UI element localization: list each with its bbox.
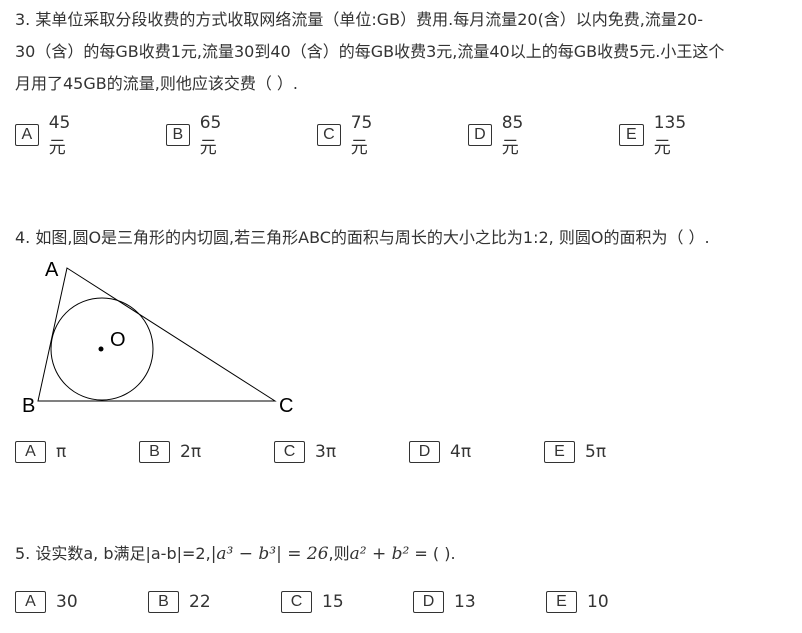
option-text: π [56, 442, 67, 462]
option-text: 13 [454, 592, 476, 612]
option-text: 30 [56, 592, 78, 612]
option-letter: A [15, 591, 46, 613]
option-a[interactable]: A 30 [15, 589, 78, 615]
option-letter: D [409, 441, 440, 463]
option-d[interactable]: D 4π [409, 439, 471, 465]
option-b[interactable]: B 2π [139, 439, 201, 465]
option-text: 10 [587, 592, 609, 612]
option-c[interactable]: C 15 [281, 589, 344, 615]
question-5-prefix: 5. 设实数a, b满足|a-b|=2, [15, 544, 211, 563]
question-5-mid: ,则 [328, 544, 350, 563]
option-a[interactable]: Aπ [15, 439, 66, 465]
option-d[interactable]: D 13 [413, 589, 476, 615]
option-text: 3π [315, 442, 337, 462]
option-e[interactable]: E 10 [546, 589, 609, 615]
triangle-abc [37, 267, 277, 402]
formula-square-sum: a² + b² [349, 544, 410, 564]
option-c[interactable]: C 3π [274, 439, 336, 465]
option-text: 22 [189, 592, 211, 612]
label-o: O [110, 329, 126, 351]
question-5: 5. 设实数a, b满足|a-b|=2,|a³ − b³| = 26,则a² +… [15, 538, 456, 570]
option-e[interactable]: E 5π [544, 439, 606, 465]
question-5-text: 5. 设实数a, b满足|a-b|=2,|a³ − b³| = 26,则a² +… [15, 538, 456, 570]
label-c: C [279, 395, 293, 417]
formula-cube-difference: |a³ − b³| = 26 [210, 544, 329, 564]
option-letter: C [274, 441, 305, 463]
option-letter: E [544, 441, 575, 463]
option-letter: D [413, 591, 444, 613]
option-b[interactable]: B 22 [148, 589, 211, 615]
center-dot [98, 346, 104, 352]
label-a: A [45, 259, 59, 281]
option-letter: A [15, 441, 46, 463]
question-5-suffix: = ( ). [409, 544, 456, 563]
label-b: B [22, 395, 35, 417]
option-text: 2π [180, 442, 202, 462]
option-letter: B [139, 441, 170, 463]
option-text: 15 [322, 592, 344, 612]
option-letter: B [148, 591, 179, 613]
option-letter: C [281, 591, 312, 613]
option-text: 4π [450, 442, 472, 462]
option-text: 5π [585, 442, 607, 462]
option-letter: E [546, 591, 577, 613]
